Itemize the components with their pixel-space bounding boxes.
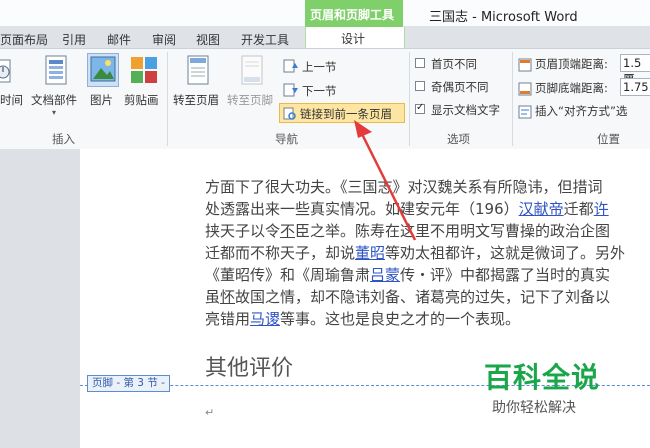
tab-mailings[interactable]: 邮件 [107,31,131,48]
tab-design-label: 设计 [341,32,366,46]
position-group-label: 位置 [597,132,620,146]
link-emperor-xian: 汉献帝 [518,200,564,218]
body-line-5: 《董昭传》和《周瑜鲁肃吕蒙传・评》中都揭露了当时的真实 [205,266,611,284]
annotation-arrow-icon [354,120,417,241]
footer-distance-label: 页脚底端距离: [535,81,608,95]
tab-references[interactable]: 引用 [62,31,86,48]
link-icon [283,106,297,120]
goto-footer-icon [239,55,265,87]
footer-distance-icon [518,81,532,96]
align-tab-icon [518,104,532,119]
link-ma-su: 马谡 [250,310,281,328]
goto-footer-button[interactable]: 转至页脚 [227,92,273,108]
next-section-icon [283,82,299,97]
tab-developer[interactable]: 开发工具 [241,31,289,48]
navigation-group-label: 导航 [275,132,298,146]
next-section-button[interactable]: 下一节 [302,83,337,99]
body-line-7: 亮错用马谡等事。这也是良史之才的一个表现。 [205,310,521,328]
goto-header-button[interactable]: 转至页眉 [173,92,219,108]
watermark-subtitle: 助你轻松解决 [492,400,576,416]
tab-review[interactable]: 审阅 [152,31,176,48]
date-time-icon [0,56,12,88]
window-title: 三国志 - Microsoft Word [429,10,578,25]
quick-parts-button[interactable]: 文档部件 [31,92,77,108]
tab-design[interactable]: 设计 [305,27,405,49]
date-time-button[interactable]: 时间 [0,92,23,108]
goto-header-icon [185,55,211,87]
different-odd-even-label: 奇偶页不同 [431,80,489,94]
chevron-down-icon: ▾ [52,108,57,117]
link-lu-meng: 吕蒙 [370,266,401,284]
insert-alignment-tab-button[interactable]: 插入“对齐方式”选 [535,103,627,119]
group-divider [512,52,513,146]
picture-button[interactable]: 图片 [90,92,113,108]
different-first-page-checkbox[interactable] [415,58,425,68]
different-first-page-label: 首页不同 [431,57,477,71]
options-group-label: 选项 [447,132,470,146]
tab-view[interactable]: 视图 [196,31,220,48]
footer-section-tag: 页脚 - 第 3 节 - [87,375,170,392]
paragraph-mark: ↵ [205,406,215,419]
clip-art-icon [130,55,158,87]
show-document-text-checkbox[interactable] [415,102,425,114]
previous-section-icon [283,58,299,73]
watermark-title: 百科全说 [484,361,601,394]
section-heading: 其他评价 [205,356,294,381]
footer-distance-input[interactable]: 1.75 [620,78,650,96]
different-odd-even-checkbox[interactable] [415,81,425,91]
group-divider [167,52,168,146]
tab-page-layout[interactable]: 页面布局 [0,31,48,48]
header-distance-input[interactable]: 1.5 厘 [620,54,650,86]
quick-parts-icon [44,55,70,87]
clip-art-button[interactable]: 剪贴画 [124,92,159,108]
picture-button-highlight[interactable] [87,53,119,87]
header-distance-label: 页眉顶端距离: [535,57,608,71]
previous-section-button[interactable]: 上一节 [302,59,337,75]
contextual-tab-header: 页眉和页脚工具 [305,0,403,28]
body-line-6: 虽怀故国之情，却不隐讳刘备、诸葛亮的过失，记下了刘备以 [205,288,611,306]
header-distance-icon [518,57,532,72]
contextual-tab-group-label: 页眉和页脚工具 [310,8,395,22]
show-document-text-label: 显示文档文字 [431,103,500,117]
insert-group-label: 插入 [52,132,75,146]
